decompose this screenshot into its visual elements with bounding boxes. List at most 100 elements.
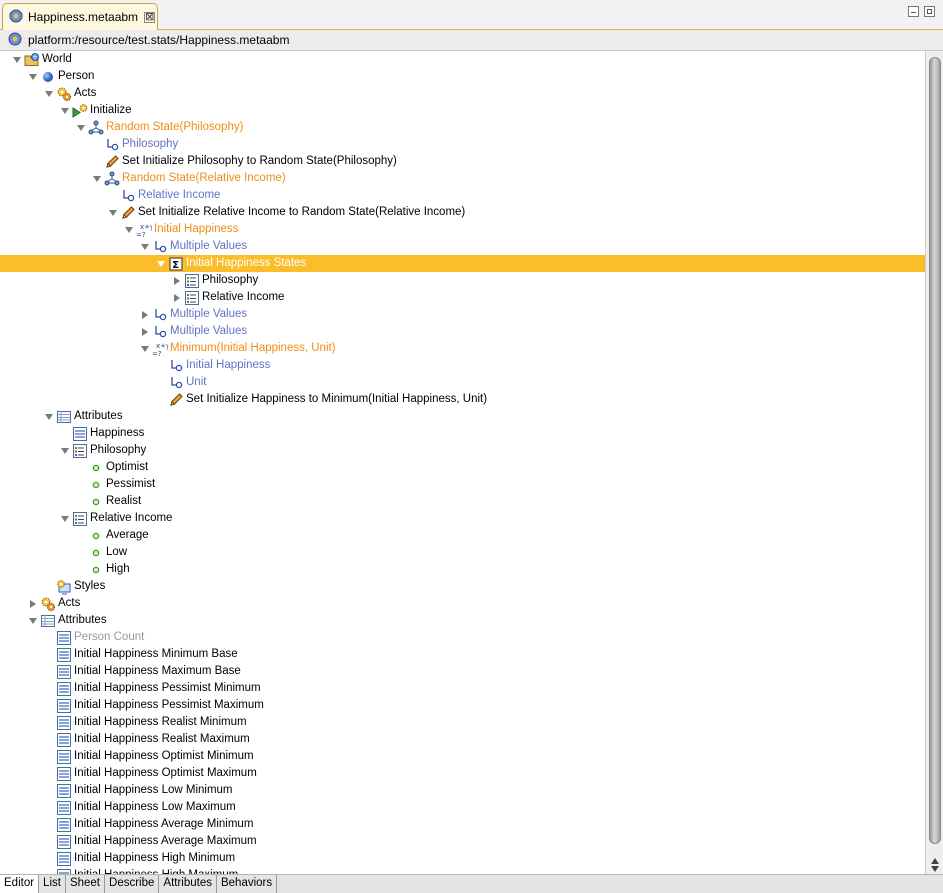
expanded-twisty-icon[interactable] xyxy=(43,411,55,423)
tree-row[interactable]: Initial Happiness High Maximum xyxy=(0,867,925,874)
tree-row[interactable]: Initial Happiness Pessimist Minimum xyxy=(0,680,925,697)
tree-row[interactable]: Initial Happiness High Minimum xyxy=(0,850,925,867)
vertical-scrollbar[interactable] xyxy=(925,51,943,874)
tree-row[interactable]: Initial Happiness Average Maximum xyxy=(0,833,925,850)
tree-row[interactable]: Initial Happiness Low Minimum xyxy=(0,782,925,799)
tree-row[interactable]: Acts xyxy=(0,85,925,102)
expanded-twisty-icon[interactable] xyxy=(27,71,39,83)
collapsed-twisty-icon[interactable] xyxy=(171,275,183,287)
expanded-twisty-icon[interactable] xyxy=(139,343,151,355)
tree-row[interactable]: Attributes xyxy=(0,612,925,629)
page-tab-list[interactable]: List xyxy=(39,875,66,893)
tree-row[interactable]: Low xyxy=(0,544,925,561)
expanded-twisty-icon[interactable] xyxy=(59,445,71,457)
tree-row[interactable]: Σ Initial Happiness States xyxy=(0,255,925,272)
tree-row[interactable]: Optimist xyxy=(0,459,925,476)
collapsed-twisty-icon[interactable] xyxy=(27,598,39,610)
expanded-twisty-icon[interactable] xyxy=(139,241,151,253)
tree-row[interactable]: Happiness xyxy=(0,425,925,442)
collapsed-twisty-icon[interactable] xyxy=(139,326,151,338)
tree-row[interactable]: Random State(Relative Income) xyxy=(0,170,925,187)
scroll-up-arrow-icon[interactable] xyxy=(931,858,939,864)
tree-row[interactable]: Acts xyxy=(0,595,925,612)
tree-row[interactable]: Initial Happiness Minimum Base xyxy=(0,646,925,663)
tree-row[interactable]: Multiple Values xyxy=(0,238,925,255)
tree-row[interactable]: Initial Happiness Average Minimum xyxy=(0,816,925,833)
state-dot-icon xyxy=(88,545,104,561)
expanded-twisty-icon[interactable] xyxy=(59,105,71,117)
page-tab-sheet[interactable]: Sheet xyxy=(65,875,106,893)
tree-row[interactable]: Initial Happiness xyxy=(0,357,925,374)
input-arrow-icon xyxy=(168,375,184,391)
tree-row[interactable]: Relative Income xyxy=(0,187,925,204)
tree-row[interactable]: Set Initialize Relative Income to Random… xyxy=(0,204,925,221)
scrollbar-thumb[interactable] xyxy=(929,57,941,844)
tree-row[interactable]: High xyxy=(0,561,925,578)
collapsed-twisty-icon[interactable] xyxy=(171,292,183,304)
tree-row[interactable]: Set Initialize Philosophy to Random Stat… xyxy=(0,153,925,170)
expanded-twisty-icon[interactable] xyxy=(91,173,103,185)
tree-row[interactable]: Styles xyxy=(0,578,925,595)
tree-row[interactable]: Pessimist xyxy=(0,476,925,493)
tree-row[interactable]: Initial Happiness Optimist Maximum xyxy=(0,765,925,782)
tree-row[interactable]: x+y=?Initial Happiness xyxy=(0,221,925,238)
close-icon[interactable]: ⊠ xyxy=(144,11,156,23)
expanded-twisty-icon[interactable] xyxy=(123,224,135,236)
svg-text:x+y: x+y xyxy=(156,342,168,350)
tree-row[interactable]: Average xyxy=(0,527,925,544)
tree-item-label: Acts xyxy=(74,87,97,99)
expanded-twisty-icon[interactable] xyxy=(107,207,119,219)
tree-row[interactable]: Set Initialize Happiness to Minimum(Init… xyxy=(0,391,925,408)
svg-text:=?: =? xyxy=(152,350,162,357)
tree-row[interactable]: Philosophy xyxy=(0,442,925,459)
tree-row[interactable]: Philosophy xyxy=(0,136,925,153)
tree-row[interactable]: Philosophy xyxy=(0,272,925,289)
tree-item-label: Initial Happiness Average Maximum xyxy=(74,835,257,847)
expanded-twisty-icon[interactable] xyxy=(27,615,39,627)
expanded-twisty-icon[interactable] xyxy=(155,258,167,270)
tree-row[interactable]: Initialize xyxy=(0,102,925,119)
page-tab-behaviors[interactable]: Behaviors xyxy=(216,875,278,893)
tree-item-label: Attributes xyxy=(58,614,107,626)
tree-row[interactable]: Initial Happiness Realist Maximum xyxy=(0,731,925,748)
page-tab-describe[interactable]: Describe xyxy=(105,875,160,893)
tree-row[interactable]: World xyxy=(0,51,925,68)
tree-row[interactable]: Initial Happiness Pessimist Maximum xyxy=(0,697,925,714)
maximize-button[interactable] xyxy=(924,6,935,17)
collapsed-twisty-icon[interactable] xyxy=(139,309,151,321)
expanded-twisty-icon[interactable] xyxy=(11,54,23,66)
page-tab-attributes[interactable]: Attributes xyxy=(159,875,217,893)
expanded-twisty-icon[interactable] xyxy=(59,513,71,525)
expanded-twisty-icon[interactable] xyxy=(43,88,55,100)
tree-row[interactable]: Realist xyxy=(0,493,925,510)
model-tree[interactable]: World Person Acts Initialize Random State(Ph… xyxy=(0,51,925,874)
scroll-down-arrow-icon[interactable] xyxy=(931,866,939,872)
tree-row[interactable]: Multiple Values xyxy=(0,306,925,323)
editor-tab[interactable]: Happiness.metaabm ⊠ xyxy=(2,3,158,30)
tree-row[interactable]: Random State(Philosophy) xyxy=(0,119,925,136)
tree-row[interactable]: Relative Income xyxy=(0,510,925,527)
function-xy-icon: x+y=? xyxy=(136,222,152,238)
expanded-twisty-icon[interactable] xyxy=(75,122,87,134)
input-arrow-icon xyxy=(152,239,168,255)
tree-row[interactable]: Multiple Values xyxy=(0,323,925,340)
state-dot-icon xyxy=(88,477,104,493)
tree-row[interactable]: Person xyxy=(0,68,925,85)
tree-row[interactable]: x+y=?Minimum(Initial Happiness, Unit) xyxy=(0,340,925,357)
tree-row[interactable]: Relative Income xyxy=(0,289,925,306)
page-tab-editor[interactable]: Editor xyxy=(0,875,40,893)
tree-row[interactable]: Initial Happiness Realist Minimum xyxy=(0,714,925,731)
minimize-button[interactable] xyxy=(908,6,919,17)
tree-row[interactable]: Person Count xyxy=(0,629,925,646)
tree-row[interactable]: Unit xyxy=(0,374,925,391)
tree-row[interactable]: Attributes xyxy=(0,408,925,425)
tree-row[interactable]: Initial Happiness Maximum Base xyxy=(0,663,925,680)
tree-row[interactable]: Initial Happiness Low Maximum xyxy=(0,799,925,816)
tree-row[interactable]: Initial Happiness Optimist Minimum xyxy=(0,748,925,765)
